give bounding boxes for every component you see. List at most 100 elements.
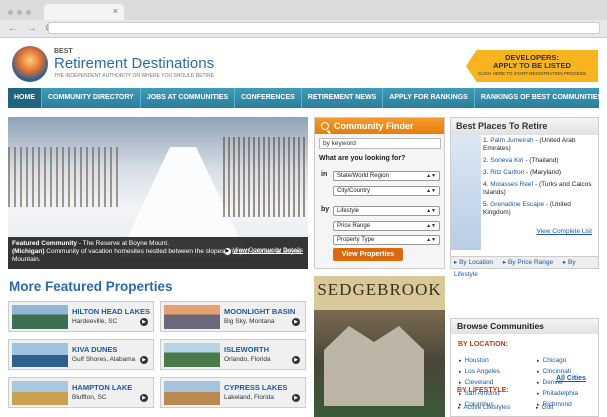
list-item: 4. Molasses Reef - (Turks and Caicos Isl… — [483, 181, 598, 197]
nav-conferences[interactable]: CONFERENCES — [235, 88, 302, 108]
arrow-right-icon[interactable]: ▶ — [292, 318, 300, 326]
featured-label: Featured Community — [12, 240, 78, 247]
property-card[interactable]: HAMPTON LAKE Bluffton, SC ▶ — [8, 377, 154, 408]
property-location: Bluffton, SC — [72, 394, 107, 401]
back-icon[interactable]: ← — [8, 23, 18, 34]
property-type-select[interactable]: Property Type ▲▼ — [333, 235, 440, 245]
city-link[interactable]: Houston — [459, 357, 489, 364]
property-card[interactable]: HILTON HEAD LAKES Hardeeville, SC ▶ — [8, 301, 154, 332]
select-value: Price Range — [337, 223, 371, 229]
developers-banner[interactable]: DEVELOPERS: APPLY TO BE LISTED CLICK HER… — [466, 50, 598, 82]
city-link[interactable]: Cincinnati — [537, 368, 572, 375]
arrow-right-icon[interactable]: ▶ — [140, 318, 148, 326]
chevron-down-icon: ▲▼ — [426, 237, 436, 243]
arrow-right-icon[interactable]: ▶ — [292, 356, 300, 364]
property-name: HAMPTON LAKE — [72, 383, 133, 392]
city-link[interactable]: Philadelphia — [537, 390, 578, 397]
arrow-right-icon[interactable]: ▶ — [292, 394, 300, 402]
city-link[interactable]: Cleveland — [459, 379, 494, 386]
hero-trees — [8, 147, 118, 207]
property-thumbnail — [164, 305, 220, 329]
rank: 5. — [483, 201, 489, 208]
property-name: MOONLIGHT BASIN — [224, 307, 296, 316]
arrow-right-icon: ▶ — [223, 248, 231, 255]
property-card[interactable]: MOONLIGHT BASIN Big Sky, Montana ▶ — [160, 301, 306, 332]
place-link[interactable]: Molasses Reef — [490, 181, 533, 188]
chevron-down-icon: ▲▼ — [426, 223, 436, 229]
finder-title: Community Finder — [334, 121, 414, 131]
logo-best: BEST — [54, 48, 73, 55]
nav-rankings-best[interactable]: RANKINGS OF BEST COMMUNITIES — [475, 88, 607, 108]
address-bar[interactable] — [48, 22, 600, 34]
arrow-right-icon[interactable]: ▶ — [140, 356, 148, 364]
lifestyle-select[interactable]: Lifestyle ▲▼ — [333, 206, 440, 216]
view-community-details-link[interactable]: ▶ View Community Details — [223, 247, 303, 255]
keyword-input[interactable]: by keyword — [319, 138, 441, 149]
state-region-select[interactable]: State/World Region ▲▼ — [333, 171, 440, 181]
nav-home[interactable]: HOME — [8, 88, 42, 108]
property-name: HILTON HEAD LAKES — [72, 307, 151, 316]
chevron-down-icon: ▲▼ — [426, 188, 436, 194]
browser-tab[interactable]: × — [44, 4, 124, 20]
nav-retirement-news[interactable]: RETIREMENT NEWS — [302, 88, 384, 108]
nav-apply-rankings[interactable]: APPLY FOR RANKINGS — [383, 88, 475, 108]
arrow-right-icon[interactable]: ▶ — [140, 394, 148, 402]
property-location: Gulf Shores, Alabama — [72, 356, 136, 363]
rank: 3. — [483, 169, 489, 176]
view-complete-list-link[interactable]: View Complete List — [536, 228, 592, 235]
list-item: 3. Ritz Carlton - (Maryland) — [483, 169, 598, 177]
price-range-select[interactable]: Price Range ▲▼ — [333, 221, 440, 231]
filter-label: By Location — [459, 259, 494, 266]
select-value: Lifestyle — [337, 208, 360, 214]
featured-properties-title: More Featured Properties — [9, 279, 173, 294]
window-controls[interactable] — [8, 8, 35, 17]
view-properties-button[interactable]: View Properties — [333, 248, 403, 261]
chevron-down-icon: ▲▼ — [426, 173, 436, 179]
site-logo[interactable]: BEST Retirement Destinations THE INDEPEN… — [12, 46, 215, 82]
place-region: - (Thailand) — [523, 157, 559, 164]
place-link[interactable]: Soneva Kiri — [490, 157, 523, 164]
close-tab-icon[interactable]: × — [113, 6, 118, 16]
property-location: Hardeeville, SC — [72, 318, 118, 325]
place-link[interactable]: Grenadine Escape — [490, 201, 544, 208]
property-card[interactable]: ISLEWORTH Orlando, Florida ▶ — [160, 339, 306, 370]
best-places-filters: ▸ By Location ▸ By Price Range ▸ By Life… — [451, 256, 598, 278]
select-value: State/World Region — [337, 173, 389, 179]
sedgebrook-ad[interactable]: SEDGEBROOK — [314, 276, 445, 417]
property-thumbnail — [12, 381, 68, 405]
finder-header: Community Finder — [315, 118, 444, 134]
place-link[interactable]: Palm Jumeirah — [490, 137, 533, 144]
dev-banner-line3: CLICK HERE TO START REGISTRATION PROCESS — [478, 71, 586, 76]
filter-by-price[interactable]: ▸ By Price Range — [503, 259, 557, 266]
best-places-title: Best Places To Retire — [451, 118, 598, 135]
list-item: 5. Grenadine Escape - (United Kingdom) — [483, 201, 598, 217]
logo-title: Retirement Destinations — [54, 55, 215, 72]
lifestyle-link[interactable]: Active Lifestyles — [458, 404, 511, 411]
chevron-down-icon: ▲▼ — [426, 208, 436, 214]
list-item: 2. Soneva Kiri - (Thailand) — [483, 157, 598, 165]
filter-by-location[interactable]: ▸ By Location — [454, 259, 497, 266]
city-link[interactable]: Chicago — [537, 357, 567, 364]
dev-banner-line2: APPLY TO BE LISTED — [493, 61, 571, 70]
property-thumbnail — [164, 343, 220, 367]
lifestyle-link[interactable]: Golf — [536, 404, 554, 411]
community-finder: Community Finder by keyword What are you… — [314, 117, 445, 269]
finder-question: What are you looking for? — [319, 155, 406, 162]
nav-community-directory[interactable]: COMMUNITY DIRECTORY — [42, 88, 141, 108]
browse-communities-panel: Browse Communities BY LOCATION: Houston … — [450, 318, 599, 417]
place-link[interactable]: Ritz Carlton — [490, 169, 524, 176]
all-cities-link[interactable]: All Cities — [556, 375, 586, 382]
place-region: - (Maryland) — [524, 169, 562, 176]
web-page: BEST Retirement Destinations THE INDEPEN… — [0, 38, 607, 417]
best-places-image — [451, 135, 481, 250]
featured-community-hero[interactable]: Featured Community - The Reserve at Boyn… — [8, 117, 308, 269]
finder-by-label: by — [321, 206, 330, 213]
city-link[interactable]: Los Angeles — [459, 368, 500, 375]
property-thumbnail — [164, 381, 220, 405]
rank: 1. — [483, 137, 489, 144]
property-card[interactable]: CYPRESS LAKES Lakeland, Florida ▶ — [160, 377, 306, 408]
nav-jobs[interactable]: JOBS AT COMMUNITIES — [141, 88, 236, 108]
city-country-select[interactable]: City/Country ▲▼ — [333, 186, 440, 196]
property-card[interactable]: KIVA DUNES Gulf Shores, Alabama ▶ — [8, 339, 154, 370]
forward-icon[interactable]: → — [27, 23, 37, 34]
